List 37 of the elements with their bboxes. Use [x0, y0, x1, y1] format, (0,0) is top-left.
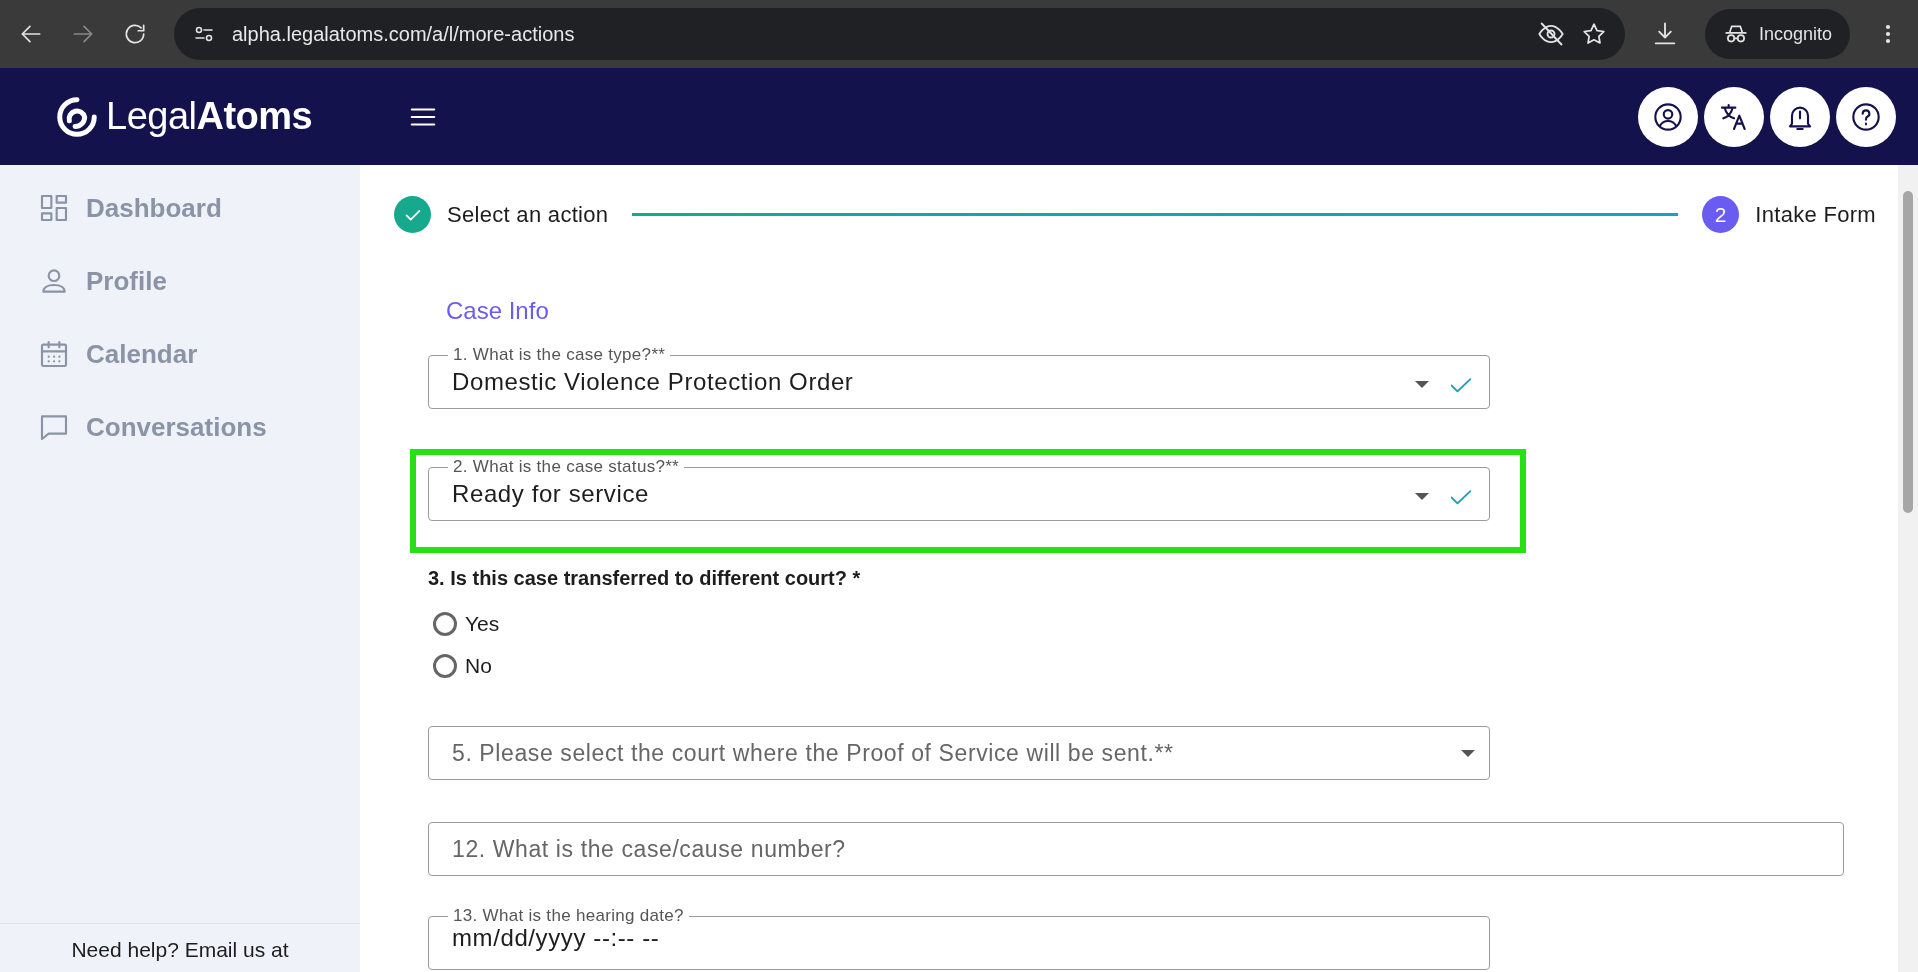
help-icon — [1850, 100, 1882, 133]
dashboard-icon — [38, 192, 70, 224]
stepper-step[interactable]: Select an action — [394, 196, 609, 233]
select-value: Ready for service — [452, 479, 650, 508]
question-label: 3. Is this case transferred to different court? * — [428, 567, 862, 590]
address-bar[interactable]: alpha.legalatoms.com/a/l/more-actions — [174, 8, 1625, 60]
select-value: Domestic Violence Protection Order — [452, 367, 855, 396]
reload-icon[interactable] — [122, 21, 148, 47]
logo[interactable]: LegalAtoms — [54, 93, 313, 140]
radio-option[interactable]: Yes — [433, 612, 1876, 636]
select-placeholder: 5. Please select the court where the Proof of Service will be sent.** — [452, 739, 1175, 767]
radio-option[interactable]: No — [433, 654, 1876, 678]
logo-text: LegalAtoms — [106, 95, 313, 138]
radio-button[interactable] — [433, 654, 457, 678]
field-label: 2. What is the case status?** — [452, 461, 681, 473]
section-title: Case Info — [446, 297, 549, 325]
date-time-field[interactable]: 13. What is the hearing date? mm/dd/yyyy --:-- -- — [428, 910, 1490, 970]
scrollbar-thumb[interactable] — [1903, 191, 1913, 513]
field-label: 13. What is the hearing date? — [452, 910, 685, 922]
radio-button[interactable] — [433, 612, 457, 636]
dropdown-caret-icon — [1415, 381, 1429, 388]
eye-off-icon[interactable] — [1536, 20, 1565, 48]
calendar-icon — [38, 338, 70, 370]
select-field[interactable]: 2. What is the case status?** Ready for service — [428, 461, 1490, 521]
date-time-value: mm/dd/yyyy --:-- -- — [452, 924, 661, 952]
select-field[interactable]: 1. What is the case type?** Domestic Violence Protection Order — [428, 349, 1490, 409]
dropdown-caret-icon — [1461, 749, 1475, 757]
stepper-step[interactable]: 2 Intake Form — [1702, 196, 1876, 233]
url-text[interactable]: alpha.legalatoms.com/a/l/more-actions — [232, 22, 1521, 46]
text-field[interactable]: 12. What is the case/cause number? — [428, 822, 1844, 876]
dropdown-caret-icon — [1415, 493, 1429, 500]
account-icon — [1652, 100, 1684, 133]
step-number: 2 — [1702, 196, 1740, 233]
field-label: 1. What is the case type?** — [452, 349, 667, 361]
profile-button[interactable]: Incognito — [1704, 9, 1850, 59]
star-icon[interactable] — [1580, 21, 1607, 47]
select-field[interactable]: 5. Please select the court where the Proof of Service will be sent.** — [428, 726, 1490, 780]
